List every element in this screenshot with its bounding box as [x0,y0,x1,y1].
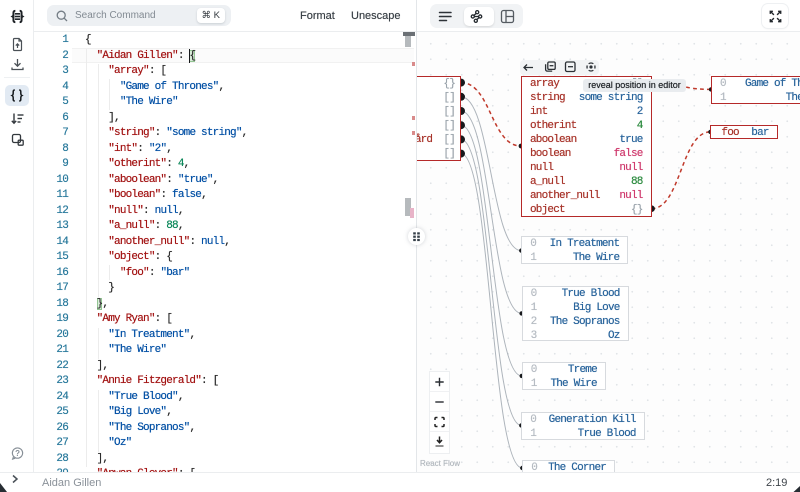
svg-text:?: ? [15,449,20,458]
